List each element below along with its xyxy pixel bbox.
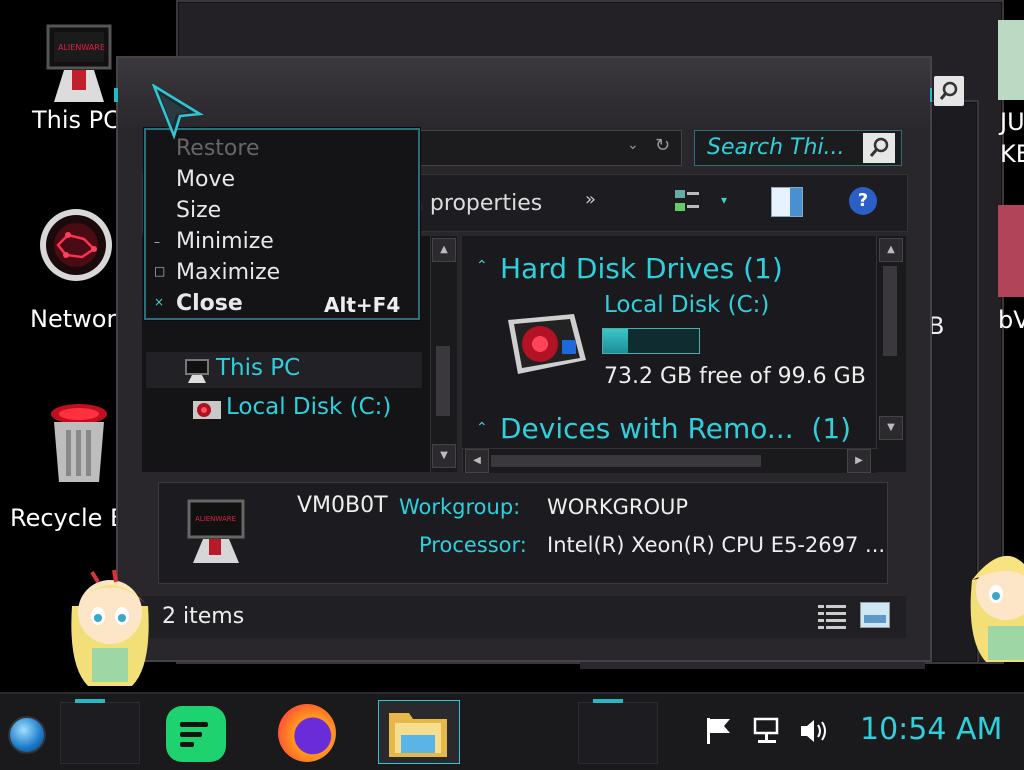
action-center-flag-icon[interactable]	[704, 716, 732, 750]
content-pane: ⌃ Hard Disk Drives (1) Local Disk (C:) 7…	[462, 236, 906, 473]
collapse-chevron-icon[interactable]: ⌃	[476, 420, 488, 436]
graphics-drive-icon	[504, 310, 588, 384]
taskbar-clock[interactable]: 10:54 AM	[860, 712, 1002, 747]
nav-item-local-disk[interactable]: Local Disk (C:)	[146, 392, 422, 426]
file-explorer-icon	[387, 705, 449, 763]
slot-accent	[75, 699, 105, 703]
workgroup-value: WORKGROUP	[547, 495, 689, 519]
desktop-icon-label: This PC	[32, 106, 120, 134]
menu-item-label: Size	[176, 198, 222, 223]
desktop-fragment-right-top	[998, 20, 1024, 100]
scroll-thumb[interactable]	[436, 346, 450, 416]
menu-item-label: Maximize	[176, 260, 281, 285]
address-bar[interactable]: ⌄ ↻	[418, 130, 682, 166]
content-horizontal-scrollbar[interactable]: ◀ ▶	[462, 448, 877, 473]
volume-icon[interactable]	[798, 716, 832, 750]
menu-item-label: Close	[176, 291, 243, 316]
view-options-icon[interactable]	[673, 187, 703, 221]
status-bar: 2 items	[142, 596, 906, 638]
scroll-down-button[interactable]: ▼	[879, 416, 903, 440]
taskbar: 10:54 AM	[0, 692, 1024, 770]
computer-icon: ALIENWARE	[185, 497, 247, 571]
processor-value: Intel(R) Xeon(R) CPU E5-2697 ...	[547, 533, 886, 557]
nav-scrollbar[interactable]: ▲ ▼	[430, 236, 457, 472]
toolbar-overflow-chevron[interactable]: »	[585, 189, 596, 210]
drive-usage-fill	[603, 329, 629, 353]
group-header-removable-devices[interactable]: Devices with Remo... (1)	[500, 412, 851, 445]
desktop-fragment-right-mid	[998, 205, 1024, 297]
minimize-glyph-icon: –	[154, 235, 160, 249]
search-icon[interactable]	[863, 133, 895, 163]
refresh-icon[interactable]: ↻	[655, 135, 670, 156]
menu-item-move[interactable]: Move	[146, 165, 414, 195]
help-icon[interactable]: ?	[849, 187, 877, 215]
scroll-up-button[interactable]: ▲	[432, 238, 456, 262]
nav-item-label: This PC	[216, 355, 301, 381]
search-input[interactable]: Search Thi...	[707, 135, 845, 160]
menu-item-close[interactable]: × Close Alt+F4	[146, 289, 414, 319]
drive-usage-bar	[602, 328, 700, 354]
large-icons-view-icon[interactable]	[860, 602, 890, 628]
mascot-character-left	[58, 566, 162, 698]
file-explorer-taskbar-button[interactable]	[378, 700, 460, 764]
svg-text:ALIENWARE: ALIENWARE	[58, 43, 105, 52]
details-pane: ALIENWARE VM0B0T Workgroup: WORKGROUP Pr…	[158, 482, 888, 584]
scroll-left-button[interactable]: ◀	[465, 449, 489, 473]
disk-drive-icon	[192, 398, 222, 426]
drive-free-space: 73.2 GB free of 99.6 GB	[604, 364, 866, 389]
recycle-bin-icon	[44, 400, 114, 490]
mascot-character-right	[962, 540, 1024, 672]
svg-text:ALIENWARE: ALIENWARE	[195, 515, 236, 523]
alienware-pc-icon	[184, 358, 210, 388]
menu-item-shortcut: Alt+F4	[324, 293, 401, 317]
window-context-menu: Restore Move Size – Minimize □ Maximize …	[144, 128, 420, 320]
slot-accent	[593, 699, 623, 703]
menu-item-label: Minimize	[176, 229, 274, 254]
network-orb-icon	[36, 205, 116, 289]
computer-name: VM0B0T	[297, 493, 388, 518]
toolbar-system-properties[interactable]: n properties	[409, 191, 542, 216]
menu-item-size[interactable]: Size	[146, 196, 414, 226]
scroll-down-button[interactable]: ▼	[432, 444, 456, 468]
preview-pane-icon[interactable]	[771, 187, 803, 217]
nav-item-label: Local Disk (C:)	[226, 394, 392, 420]
workgroup-label: Workgroup:	[399, 495, 521, 519]
behind-search-icon	[934, 76, 964, 106]
notes-app-icon[interactable]	[166, 706, 226, 762]
maximize-glyph-icon: □	[154, 264, 166, 278]
scroll-thumb[interactable]	[883, 266, 897, 356]
processor-label: Processor:	[419, 533, 527, 557]
items-count: 2 items	[162, 604, 245, 629]
collapse-chevron-icon[interactable]: ⌃	[476, 258, 488, 274]
firefox-icon[interactable]	[278, 704, 336, 762]
details-view-icon[interactable]	[816, 602, 848, 636]
menu-item-label: Move	[176, 167, 235, 192]
view-dropdown-icon[interactable]: ▾	[721, 193, 727, 207]
desktop-fragment-label: bV	[998, 306, 1024, 334]
group-header-hard-disk-drives[interactable]: Hard Disk Drives (1)	[500, 252, 783, 285]
drive-item-local-disk[interactable]: Local Disk (C:) 73.2 GB free of 99.6 GB	[496, 292, 876, 398]
mouse-cursor-icon	[150, 82, 206, 144]
close-glyph-icon: ×	[154, 295, 165, 309]
alienware-monitor-icon: ALIENWARE	[44, 22, 116, 112]
scroll-right-button[interactable]: ▶	[847, 449, 871, 473]
taskbar-slot[interactable]	[578, 699, 658, 764]
drive-name: Local Disk (C:)	[604, 292, 770, 318]
nav-item-this-pc[interactable]: This PC	[146, 352, 422, 388]
search-box[interactable]: Search Thi...	[694, 130, 902, 166]
menu-item-minimize[interactable]: – Minimize	[146, 227, 414, 257]
desktop-fragment-label: JU	[1000, 108, 1024, 136]
menu-item-maximize[interactable]: □ Maximize	[146, 258, 414, 288]
scroll-up-button[interactable]: ▲	[879, 238, 903, 262]
network-icon[interactable]	[752, 716, 782, 750]
taskbar-slot[interactable]	[60, 699, 140, 764]
dropdown-arrow-icon[interactable]: ⌄	[627, 137, 639, 153]
desktop-icon-label: Network	[30, 305, 118, 333]
desktop-fragment-label: KE	[1000, 140, 1024, 168]
content-vertical-scrollbar[interactable]: ▲ ▼	[876, 236, 905, 448]
desktop-icon-label: Recycle Bin	[10, 504, 118, 532]
scroll-thumb[interactable]	[491, 455, 761, 467]
start-orb-icon[interactable]	[8, 716, 46, 754]
title-bar[interactable]	[118, 58, 930, 128]
